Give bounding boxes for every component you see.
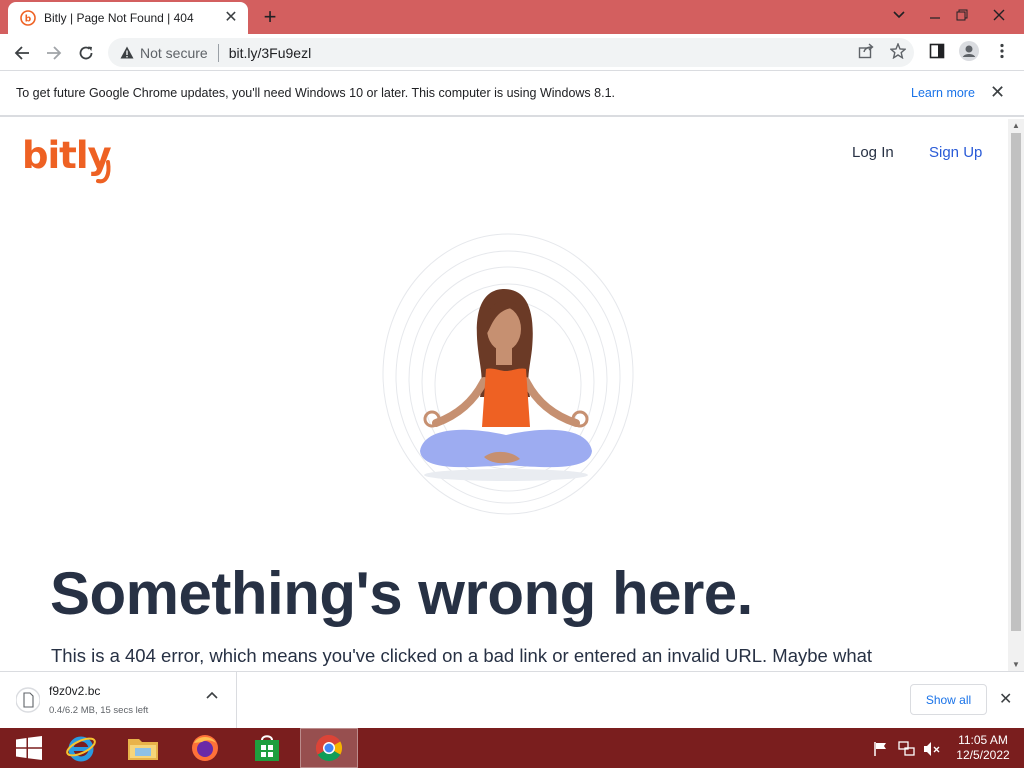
page-scrollbar[interactable]: ▲ ▼ [1008,119,1024,671]
firefox-taskbar-icon[interactable] [176,728,234,768]
chrome-taskbar-icon[interactable] [300,728,358,768]
tab-close-icon[interactable]: ✕ [222,9,240,27]
scroll-down-arrow-icon[interactable]: ▼ [1012,660,1020,669]
scrollbar-thumb[interactable] [1011,133,1021,631]
file-explorer-taskbar-icon[interactable] [114,728,172,768]
active-tab[interactable]: b Bitly | Page Not Found | 404 ✕ [8,2,248,34]
profile-avatar-icon[interactable] [958,40,980,62]
page-body-text: This is a 404 error, which means you've … [51,645,873,666]
restore-button[interactable] [947,3,977,27]
reload-button[interactable] [72,39,100,67]
warning-icon [120,46,134,59]
clock-time: 11:05 AM [958,733,1008,747]
svg-text:b: b [25,15,32,25]
learn-more-link[interactable]: Learn more [911,86,975,100]
store-taskbar-icon[interactable] [238,728,296,768]
meditating-woman-illustration [382,233,634,515]
bitly-logo[interactable]: bitly [22,135,118,185]
internet-explorer-taskbar-icon[interactable] [52,728,110,768]
back-arrow-icon [14,46,29,60]
download-shelf: f9z0v2.bc 0.4/6.2 MB, 15 secs left Show … [0,671,1024,728]
download-item[interactable]: f9z0v2.bc 0.4/6.2 MB, 15 secs left [0,672,237,728]
download-status: 0.4/6.2 MB, 15 secs left [49,705,149,716]
forward-button[interactable] [40,39,68,67]
omnibox-divider [217,43,219,62]
download-filename: f9z0v2.bc [49,684,101,698]
start-button[interactable] [0,728,58,768]
browser-toolbar: Not secure bit.ly/3Fu9ezl [0,34,1024,71]
network-icon[interactable] [898,741,916,757]
tab-search-icon[interactable] [884,3,914,27]
side-panel-icon[interactable] [926,40,948,62]
infobar-close-icon[interactable]: ✕ [990,82,1005,103]
volume-muted-icon[interactable] [923,741,941,757]
show-all-button[interactable]: Show all [910,684,987,715]
infobar-message: To get future Google Chrome updates, you… [16,86,615,100]
tab-strip: b Bitly | Page Not Found | 404 ✕ + [0,0,1024,34]
forward-arrow-icon [47,46,62,60]
chevron-up-icon[interactable] [205,690,219,700]
bitly-favicon-icon: b [20,10,36,26]
share-icon[interactable] [855,40,877,62]
file-icon [16,687,40,713]
svg-text:bitly: bitly [22,135,112,177]
login-link[interactable]: Log In [852,144,894,161]
taskbar-clock[interactable]: 11:05 AM 12/5/2022 [950,733,1016,763]
minimize-button[interactable] [920,3,950,27]
tab-title: Bitly | Page Not Found | 404 [44,11,194,25]
reload-icon [79,46,93,60]
windows-logo-icon [16,736,42,760]
close-window-button[interactable] [984,3,1014,27]
shelf-close-icon[interactable]: ✕ [999,689,1012,709]
back-button[interactable] [8,39,36,67]
new-tab-button[interactable]: + [258,5,282,29]
action-center-flag-icon[interactable] [873,741,889,757]
page-headline: Something's wrong here. [50,560,753,627]
clock-date: 12/5/2022 [956,748,1010,762]
security-label[interactable]: Not secure [140,45,208,61]
windows-taskbar: 11:05 AM 12/5/2022 [0,728,1024,768]
url-text[interactable]: bit.ly/3Fu9ezl [229,45,311,61]
menu-kebab-icon[interactable] [991,40,1013,62]
address-bar[interactable]: Not secure bit.ly/3Fu9ezl [108,38,914,67]
scroll-up-arrow-icon[interactable]: ▲ [1012,121,1020,130]
bookmark-star-icon[interactable] [887,40,909,62]
signup-link[interactable]: Sign Up [929,144,982,161]
update-infobar: To get future Google Chrome updates, you… [0,71,1024,117]
page-viewport: bitly Log In Sign Up Something's wrong h… [0,119,1008,671]
